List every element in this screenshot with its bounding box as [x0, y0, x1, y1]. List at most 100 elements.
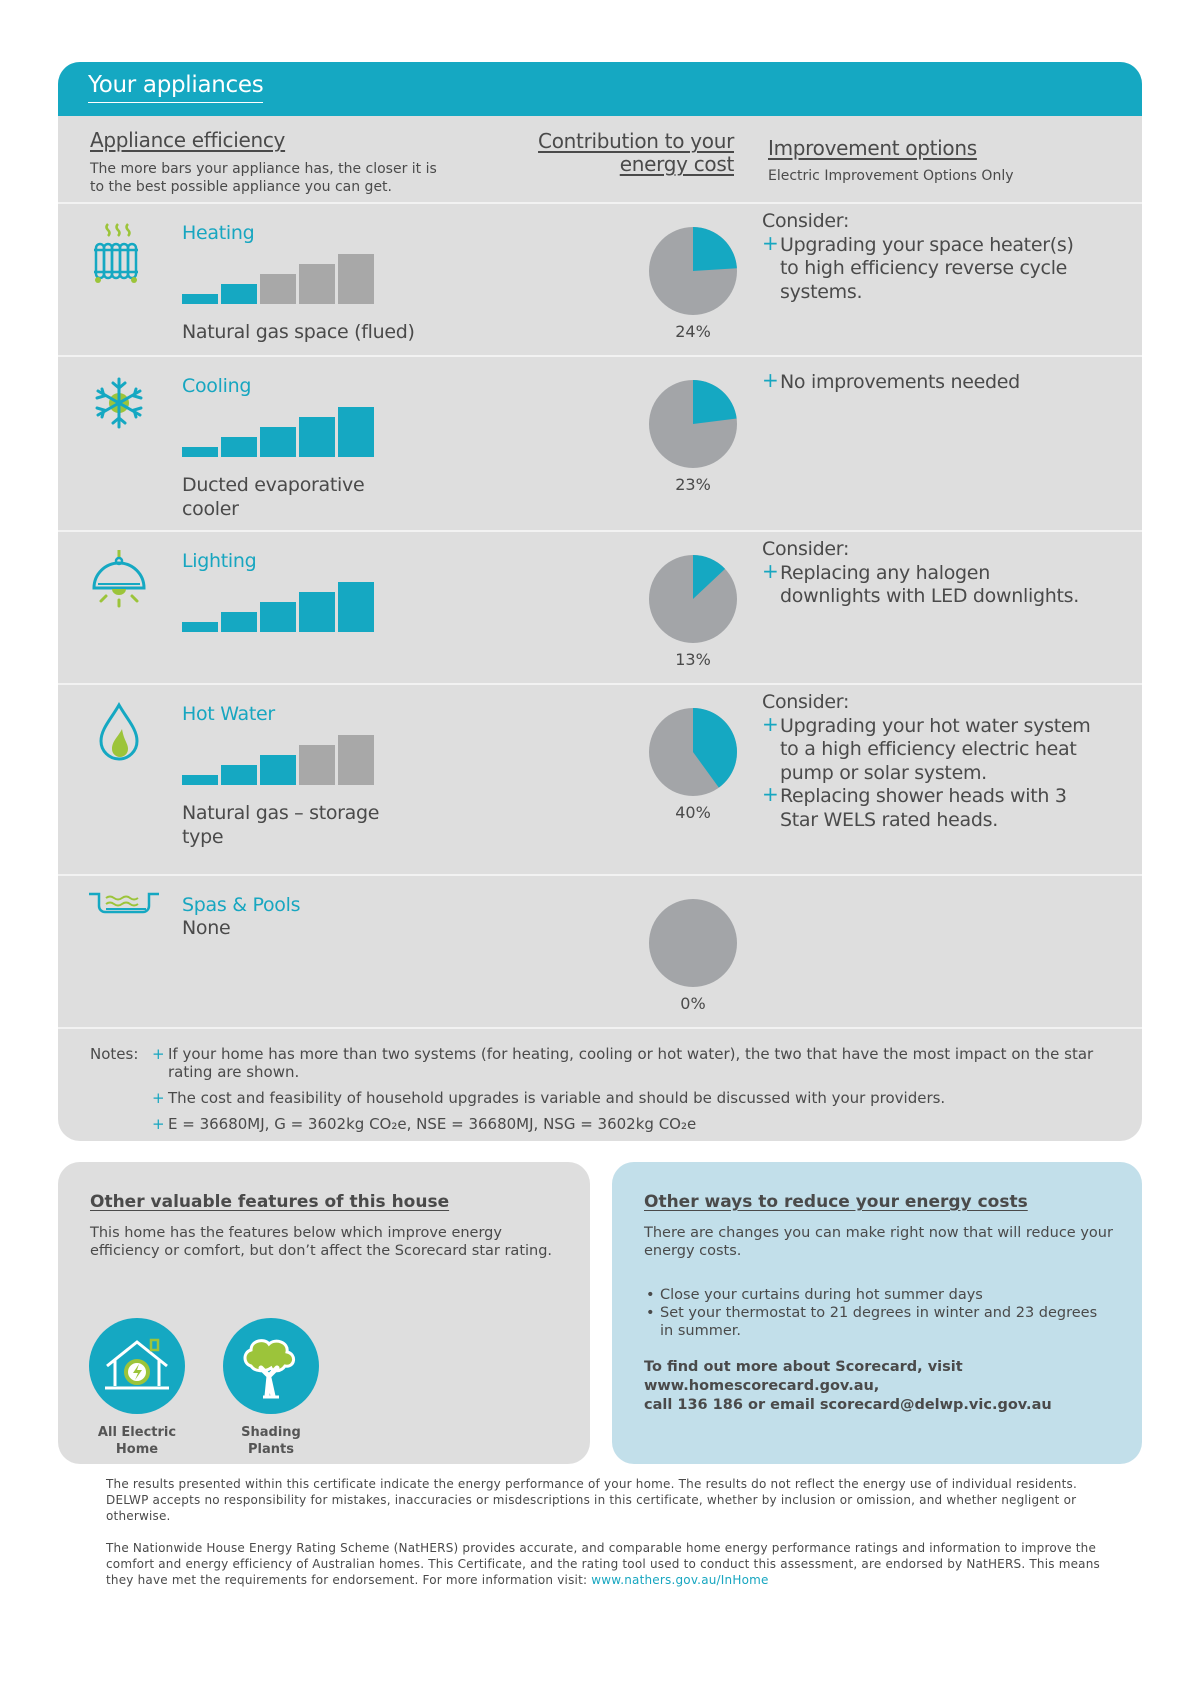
efficiency-bar — [182, 294, 218, 304]
plus-icon: + — [762, 782, 779, 806]
efficiency-bar — [260, 602, 296, 632]
plus-icon: + — [762, 230, 779, 255]
more-info: To find out more about Scorecard, visit … — [644, 1359, 1052, 1415]
snowflake-icon — [95, 377, 143, 429]
appliance-name: Cooling — [182, 375, 252, 397]
efficiency-bar — [338, 254, 374, 304]
contribution-pie — [649, 555, 737, 643]
pie-slice — [693, 227, 737, 271]
efficiency-bar — [221, 437, 257, 457]
efficiency-bars — [182, 580, 374, 632]
contribution-heading: Contribution to your energy cost — [538, 129, 734, 176]
card-header: Your appliances — [58, 62, 1142, 116]
tips-title: Other ways to reduce your energy costs — [644, 1192, 1028, 1212]
improvement-item: + Upgrading your hot water system to a hi… — [762, 711, 1091, 784]
appliance-type: Natural gas space (flued) — [182, 321, 415, 343]
efficiency-bar — [338, 582, 374, 632]
efficiency-bar — [338, 407, 374, 457]
plus-icon: + — [152, 1115, 165, 1133]
appliance-row-cooling: Cooling Ducted evaporative cooler 23% + N… — [58, 357, 1142, 532]
improvement-item: + Replacing any halogen downlights with L… — [762, 558, 1079, 607]
improvement-options: Consider: + Upgrading your hot water syste… — [762, 691, 1092, 832]
improvement-lead: Consider: — [762, 210, 850, 232]
improvement-item: + No improvements needed — [762, 368, 1020, 393]
appliance-type: None — [182, 917, 231, 939]
nathers-text: The Nationwide House Energy Rating Schem… — [106, 1541, 1100, 1587]
improvement-options: + No improvements needed — [762, 368, 1092, 395]
appliance-row-spas-pools: Spas & Pools None 0% — [58, 876, 1142, 1029]
contribution-percent: 13% — [675, 650, 711, 669]
appliance-row-hot-water: Hot Water Natural gas – storage type 40%… — [58, 685, 1142, 876]
note-item: + The cost and feasibility of household u… — [152, 1089, 946, 1107]
improvement-item: + Upgrading your space heater(s) to high … — [762, 230, 1074, 303]
improvement-lead: Consider: — [762, 538, 850, 560]
feature-label: Shading Plants — [241, 1425, 301, 1457]
pie-remainder — [649, 899, 737, 987]
efficiency-bar — [299, 592, 335, 632]
radiator-icon — [94, 223, 138, 283]
water-flame-icon — [99, 701, 139, 761]
appliance-name: Heating — [182, 222, 255, 244]
efficiency-bar — [182, 622, 218, 632]
improvement-subheading: Electric Improvement Options Only — [768, 168, 1014, 184]
nathers-link[interactable]: www.nathers.gov.au/InHome — [591, 1573, 768, 1587]
tips-description: There are changes you can make right now… — [644, 1225, 1113, 1259]
tip-item: Set your thermostat to 21 degrees in win… — [644, 1304, 1114, 1340]
improvement-options: Consider: + Replacing any halogen downligh… — [762, 538, 1092, 609]
notes-section: Notes: + If your home has more than two s… — [58, 1029, 1142, 1141]
efficiency-bar — [338, 735, 374, 785]
efficiency-bar — [299, 417, 335, 457]
plus-icon: + — [762, 711, 779, 736]
scorecard-website-link[interactable]: www.homescorecard.gov.au, — [644, 1377, 1052, 1396]
column-headings: Appliance efficiency The more bars your … — [58, 116, 1142, 204]
contact-line[interactable]: call 136 186 or email scorecard@delwp.vi… — [644, 1396, 1052, 1415]
efficiency-bars — [182, 252, 374, 304]
appliances-card: Your appliances Appliance efficiency The… — [58, 62, 1142, 1141]
tips-panel: Other ways to reduce your energy costs T… — [612, 1162, 1142, 1464]
feature-badge — [89, 1318, 185, 1414]
section-title: Your appliances — [88, 72, 264, 103]
feature-label: All Electric Home — [97, 1425, 177, 1457]
efficiency-bar — [299, 745, 335, 785]
appliance-row-lighting: Lighting 13% Consider: + Replacing any hal… — [58, 532, 1142, 685]
contribution-percent: 40% — [675, 803, 711, 822]
pool-icon — [89, 892, 159, 914]
efficiency-bar — [221, 765, 257, 785]
contribution-percent: 24% — [675, 322, 711, 341]
feature-badge — [223, 1318, 319, 1414]
improvement-item: + Replacing shower heads with 3 Star WELS… — [762, 782, 1067, 831]
efficiency-heading: Appliance efficiency — [90, 128, 286, 152]
features-description: This home has the features below which i… — [90, 1225, 553, 1259]
appliance-name: Spas & Pools — [182, 894, 301, 916]
improvement-heading: Improvement options — [768, 136, 977, 160]
contribution-pie — [649, 380, 737, 468]
plus-icon: + — [152, 1045, 165, 1063]
efficiency-bar — [182, 447, 218, 457]
appliance-name: Hot Water — [182, 703, 275, 725]
contribution-pie — [649, 899, 737, 987]
disclaimer-text: The results presented within this certif… — [106, 1477, 1077, 1523]
efficiency-bar — [221, 284, 257, 304]
appliance-name: Lighting — [182, 550, 257, 572]
appliance-row-heating: Heating Natural gas space (flued) 24% Co… — [58, 204, 1142, 357]
contribution-pie — [649, 708, 738, 796]
contribution-percent: 0% — [680, 994, 706, 1013]
efficiency-bar — [182, 775, 218, 785]
improvement-options: Consider: + Upgrading your space heater(s)… — [762, 210, 1092, 304]
improvement-lead: Consider: — [762, 691, 850, 713]
efficiency-description: The more bars your appliance has, the cl… — [90, 161, 437, 195]
tips-list: Close your curtains during hot summer da… — [644, 1286, 1114, 1340]
efficiency-bar — [299, 264, 335, 304]
plus-icon: + — [152, 1089, 165, 1107]
appliance-type: Natural gas – storage type — [182, 802, 380, 848]
contribution-percent: 23% — [675, 475, 711, 494]
features-title: Other valuable features of this house — [90, 1192, 450, 1212]
notes-list: + If your home has more than two systems … — [152, 1045, 1127, 1141]
efficiency-bar — [260, 427, 296, 457]
electric-home-icon — [105, 1338, 169, 1390]
tree-icon — [243, 1339, 295, 1399]
appliance-type: Ducted evaporative cooler — [182, 474, 365, 520]
plus-icon: + — [762, 558, 779, 583]
efficiency-bars — [182, 733, 374, 785]
notes-label: Notes: — [90, 1045, 139, 1063]
